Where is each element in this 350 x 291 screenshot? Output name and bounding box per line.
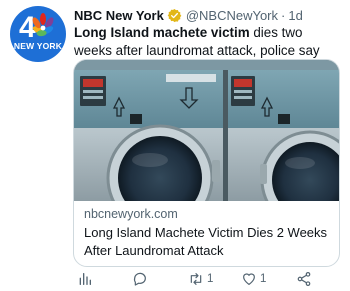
share-button[interactable] — [296, 270, 312, 288]
share-icon — [297, 272, 311, 286]
analytics-icon — [79, 273, 91, 285]
action-bar: 1 1 — [73, 270, 343, 288]
tweet-text: Long Island machete victim dies two week… — [74, 24, 342, 60]
separator-dot: · — [281, 7, 286, 23]
tweet-text-highlight: Long Island machete victim — [74, 25, 250, 40]
timestamp[interactable]: 1d — [288, 8, 302, 23]
handle[interactable]: @NBCNewYork — [186, 8, 278, 23]
retweet-icon — [190, 273, 202, 285]
avatar[interactable]: 4 NEW YORK — [10, 6, 66, 62]
link-card[interactable]: nbcnewyork.com Long Island Machete Victi… — [73, 59, 340, 267]
like-icon — [243, 273, 255, 285]
tweet[interactable]: 4 NEW YORK NBC New York @NBCNewYork · 1d… — [0, 0, 350, 291]
like-button[interactable]: 1 — [241, 270, 266, 288]
card-title: Long Island Machete Victim Dies 2 Weeks … — [84, 225, 328, 258]
card-image[interactable] — [74, 60, 339, 201]
reply-button[interactable] — [132, 270, 148, 288]
tweet-header: NBC New York @NBCNewYork · 1d — [74, 6, 303, 24]
nbc-peacock-icon: 4 — [19, 11, 54, 44]
retweet-count: 1 — [207, 273, 214, 285]
card-domain: nbcnewyork.com — [84, 207, 178, 221]
verified-badge-icon[interactable] — [167, 8, 182, 23]
reply-icon — [133, 272, 146, 286]
like-count: 1 — [260, 273, 267, 285]
retweet-button[interactable]: 1 — [188, 270, 213, 288]
display-name[interactable]: NBC New York — [74, 8, 164, 23]
logo-text: NEW YORK — [13, 41, 63, 51]
analytics-button[interactable] — [77, 270, 93, 288]
